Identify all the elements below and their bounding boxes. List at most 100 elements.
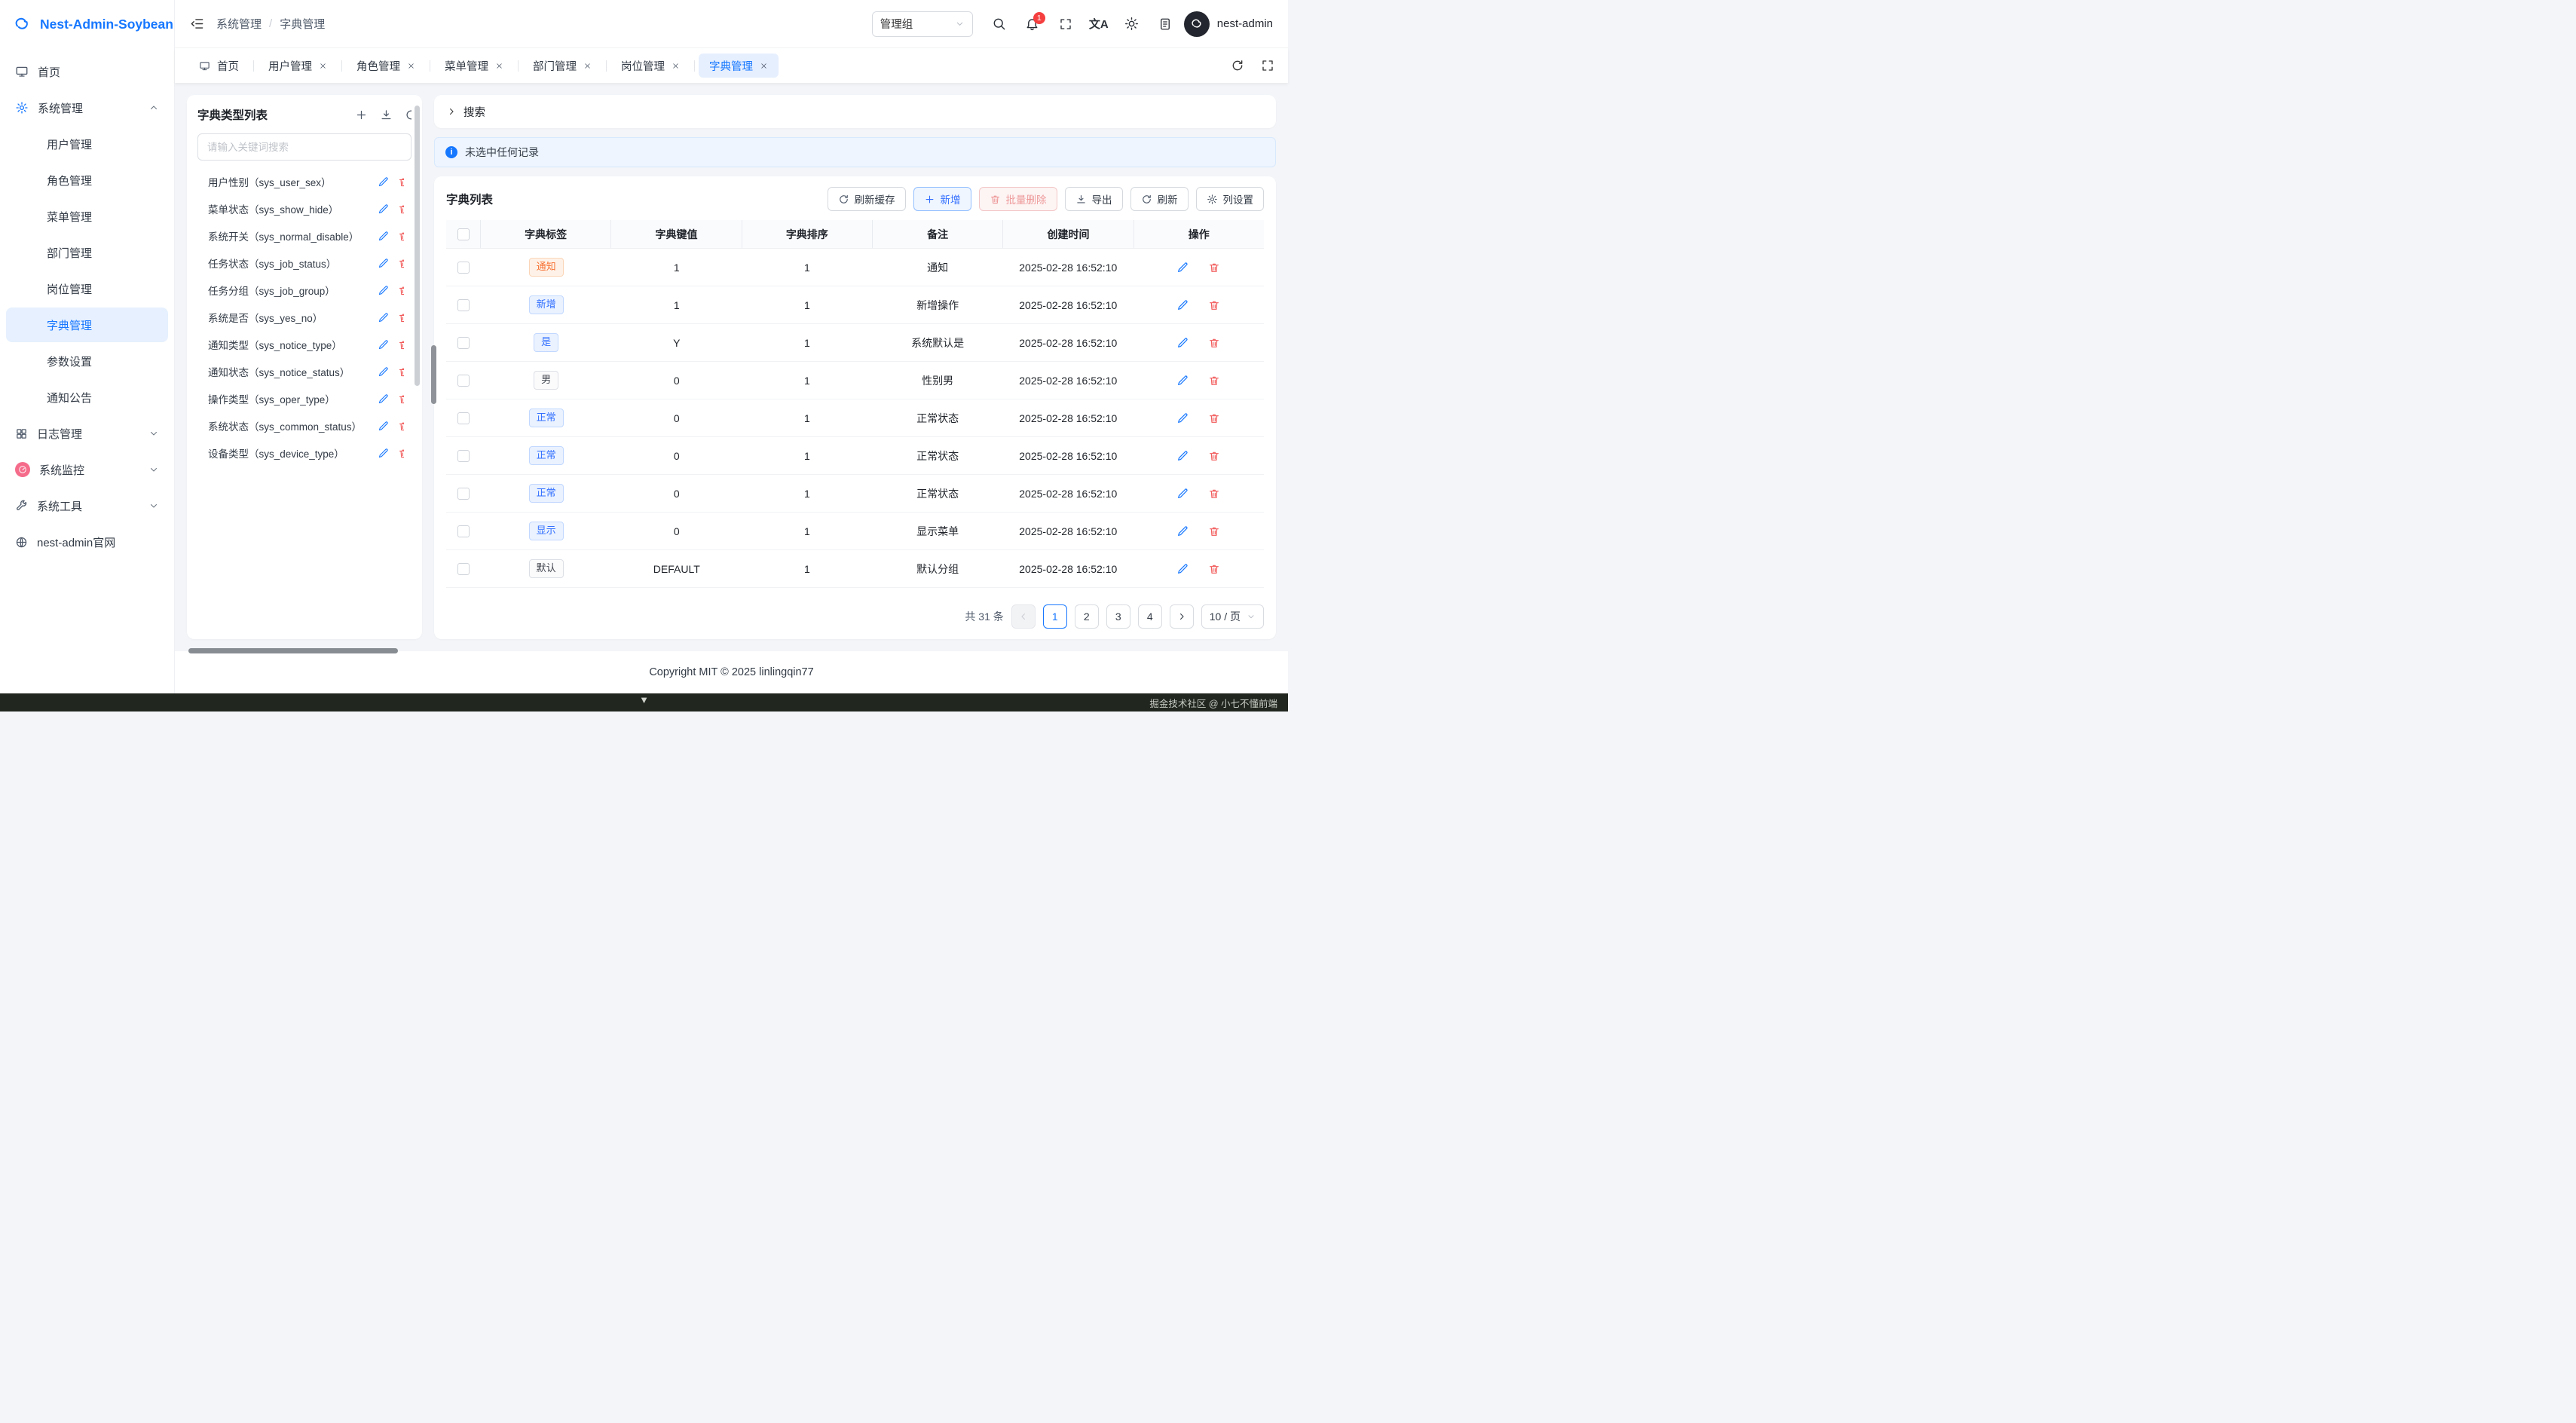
refresh-type-icon[interactable] [405, 109, 411, 121]
sidebar-item-tools[interactable]: 系统工具 [6, 488, 168, 523]
prev-page-button[interactable] [1011, 604, 1036, 629]
export-button[interactable]: 导出 [1065, 187, 1123, 211]
tab-菜单管理[interactable]: 菜单管理 [434, 54, 514, 78]
tab-角色管理[interactable]: 角色管理 [346, 54, 426, 78]
delete-icon[interactable] [398, 366, 404, 378]
delete-icon[interactable] [398, 285, 404, 296]
column-header-5[interactable]: 操作 [1134, 220, 1264, 248]
column-header-3[interactable]: 备注 [873, 220, 1003, 248]
refresh-cache-button[interactable]: 刷新缓存 [828, 187, 906, 211]
sidebar-item-通知公告[interactable]: 通知公告 [6, 380, 168, 415]
sidebar-item-home[interactable]: 首页 [6, 54, 168, 89]
dict-type-item[interactable]: 系统开关（sys_normal_disable） [208, 222, 422, 249]
dict-type-item[interactable]: 系统是否（sys_yes_no） [208, 304, 422, 331]
page-button-4[interactable]: 4 [1138, 604, 1162, 629]
delete-icon[interactable] [398, 448, 404, 459]
dict-type-item[interactable]: 系统状态（sys_common_status） [208, 412, 422, 439]
dict-type-item[interactable]: 设备类型（sys_device_type） [208, 439, 422, 467]
sidebar-item-菜单管理[interactable]: 菜单管理 [6, 199, 168, 234]
sidebar-item-字典管理[interactable]: 字典管理 [6, 308, 168, 342]
tab-岗位管理[interactable]: 岗位管理 [610, 54, 690, 78]
fullscreen-button[interactable] [1051, 10, 1080, 38]
dict-type-item[interactable]: 操作类型（sys_oper_type） [208, 385, 422, 412]
row-checkbox[interactable] [457, 450, 470, 462]
tab-首页[interactable]: 首页 [188, 54, 249, 78]
dict-type-item[interactable]: 菜单状态（sys_show_hide） [208, 195, 422, 222]
delete-icon[interactable] [1208, 525, 1220, 537]
batch-delete-button[interactable]: 批量删除 [979, 187, 1057, 211]
row-checkbox[interactable] [457, 375, 470, 387]
theme-config-button[interactable] [1151, 10, 1179, 38]
edit-icon[interactable] [378, 421, 389, 432]
delete-icon[interactable] [398, 393, 404, 405]
edit-icon[interactable] [378, 366, 389, 378]
column-header-4[interactable]: 创建时间 [1003, 220, 1134, 248]
horizontal-scrollbar[interactable] [188, 648, 398, 653]
delete-icon[interactable] [398, 258, 404, 269]
tab-close-icon[interactable] [760, 62, 768, 70]
refresh-button[interactable]: 刷新 [1130, 187, 1189, 211]
column-settings-button[interactable]: 列设置 [1196, 187, 1265, 211]
tab-用户管理[interactable]: 用户管理 [258, 54, 338, 78]
inner-scrollbar[interactable] [431, 345, 436, 404]
edit-icon[interactable] [378, 339, 389, 350]
delete-icon[interactable] [398, 312, 404, 323]
edit-icon[interactable] [1176, 262, 1189, 274]
row-checkbox[interactable] [457, 337, 470, 349]
delete-icon[interactable] [398, 176, 404, 188]
delete-icon[interactable] [1208, 488, 1220, 500]
column-header-2[interactable]: 字典排序 [742, 220, 873, 248]
edit-icon[interactable] [378, 231, 389, 242]
edit-icon[interactable] [378, 393, 389, 405]
row-checkbox[interactable] [457, 262, 470, 274]
row-checkbox[interactable] [457, 525, 470, 537]
edit-icon[interactable] [378, 204, 389, 215]
search-button[interactable] [985, 10, 1014, 38]
edit-icon[interactable] [378, 448, 389, 459]
edit-icon[interactable] [1176, 563, 1189, 575]
select-all-checkbox[interactable] [457, 228, 470, 240]
translate-button[interactable]: 文A [1085, 10, 1113, 38]
breadcrumb-item[interactable]: 系统管理 [216, 16, 262, 32]
sidebar-item-monitor[interactable]: 系统监控 [6, 452, 168, 487]
delete-icon[interactable] [1208, 450, 1220, 462]
edit-icon[interactable] [1176, 337, 1189, 349]
delete-icon[interactable] [1208, 299, 1220, 311]
edit-icon[interactable] [1176, 412, 1189, 424]
delete-icon[interactable] [1208, 412, 1220, 424]
next-page-button[interactable] [1170, 604, 1194, 629]
page-button-3[interactable]: 3 [1106, 604, 1130, 629]
sidebar-item-参数设置[interactable]: 参数设置 [6, 344, 168, 378]
edit-icon[interactable] [1176, 450, 1189, 462]
dict-type-item[interactable]: 通知状态（sys_notice_status） [208, 358, 422, 385]
menu-fold-icon[interactable] [190, 17, 204, 31]
row-checkbox[interactable] [457, 412, 470, 424]
edit-icon[interactable] [378, 285, 389, 296]
content-fullscreen-icon[interactable] [1261, 59, 1274, 72]
tab-close-icon[interactable] [583, 62, 592, 70]
sidebar-item-log[interactable]: 日志管理 [6, 416, 168, 451]
dict-type-item[interactable]: 通知类型（sys_notice_type） [208, 331, 422, 358]
breadcrumb-item[interactable]: 字典管理 [280, 16, 325, 32]
edit-icon[interactable] [1176, 375, 1189, 387]
row-checkbox[interactable] [457, 563, 470, 575]
delete-icon[interactable] [1208, 375, 1220, 387]
dict-type-item[interactable]: 任务分组（sys_job_group） [208, 277, 422, 304]
delete-icon[interactable] [1208, 262, 1220, 274]
edit-icon[interactable] [1176, 488, 1189, 500]
delete-icon[interactable] [398, 204, 404, 215]
export-type-icon[interactable] [380, 109, 393, 121]
group-select[interactable]: 管理组 [872, 11, 973, 37]
delete-icon[interactable] [1208, 337, 1220, 349]
edit-icon[interactable] [1176, 299, 1189, 311]
sidebar-item-部门管理[interactable]: 部门管理 [6, 235, 168, 270]
add-type-icon[interactable] [355, 109, 368, 121]
dict-type-item[interactable]: 用户性别（sys_user_sex） [208, 168, 422, 195]
page-button-2[interactable]: 2 [1075, 604, 1099, 629]
page-size-select[interactable]: 10 / 页 [1201, 604, 1264, 629]
panel-scrollbar[interactable] [415, 106, 420, 386]
sidebar-item-system[interactable]: 系统管理 [6, 90, 168, 125]
logo[interactable]: Nest-Admin-Soybean [0, 0, 174, 48]
delete-icon[interactable] [398, 339, 404, 350]
tab-部门管理[interactable]: 部门管理 [522, 54, 602, 78]
